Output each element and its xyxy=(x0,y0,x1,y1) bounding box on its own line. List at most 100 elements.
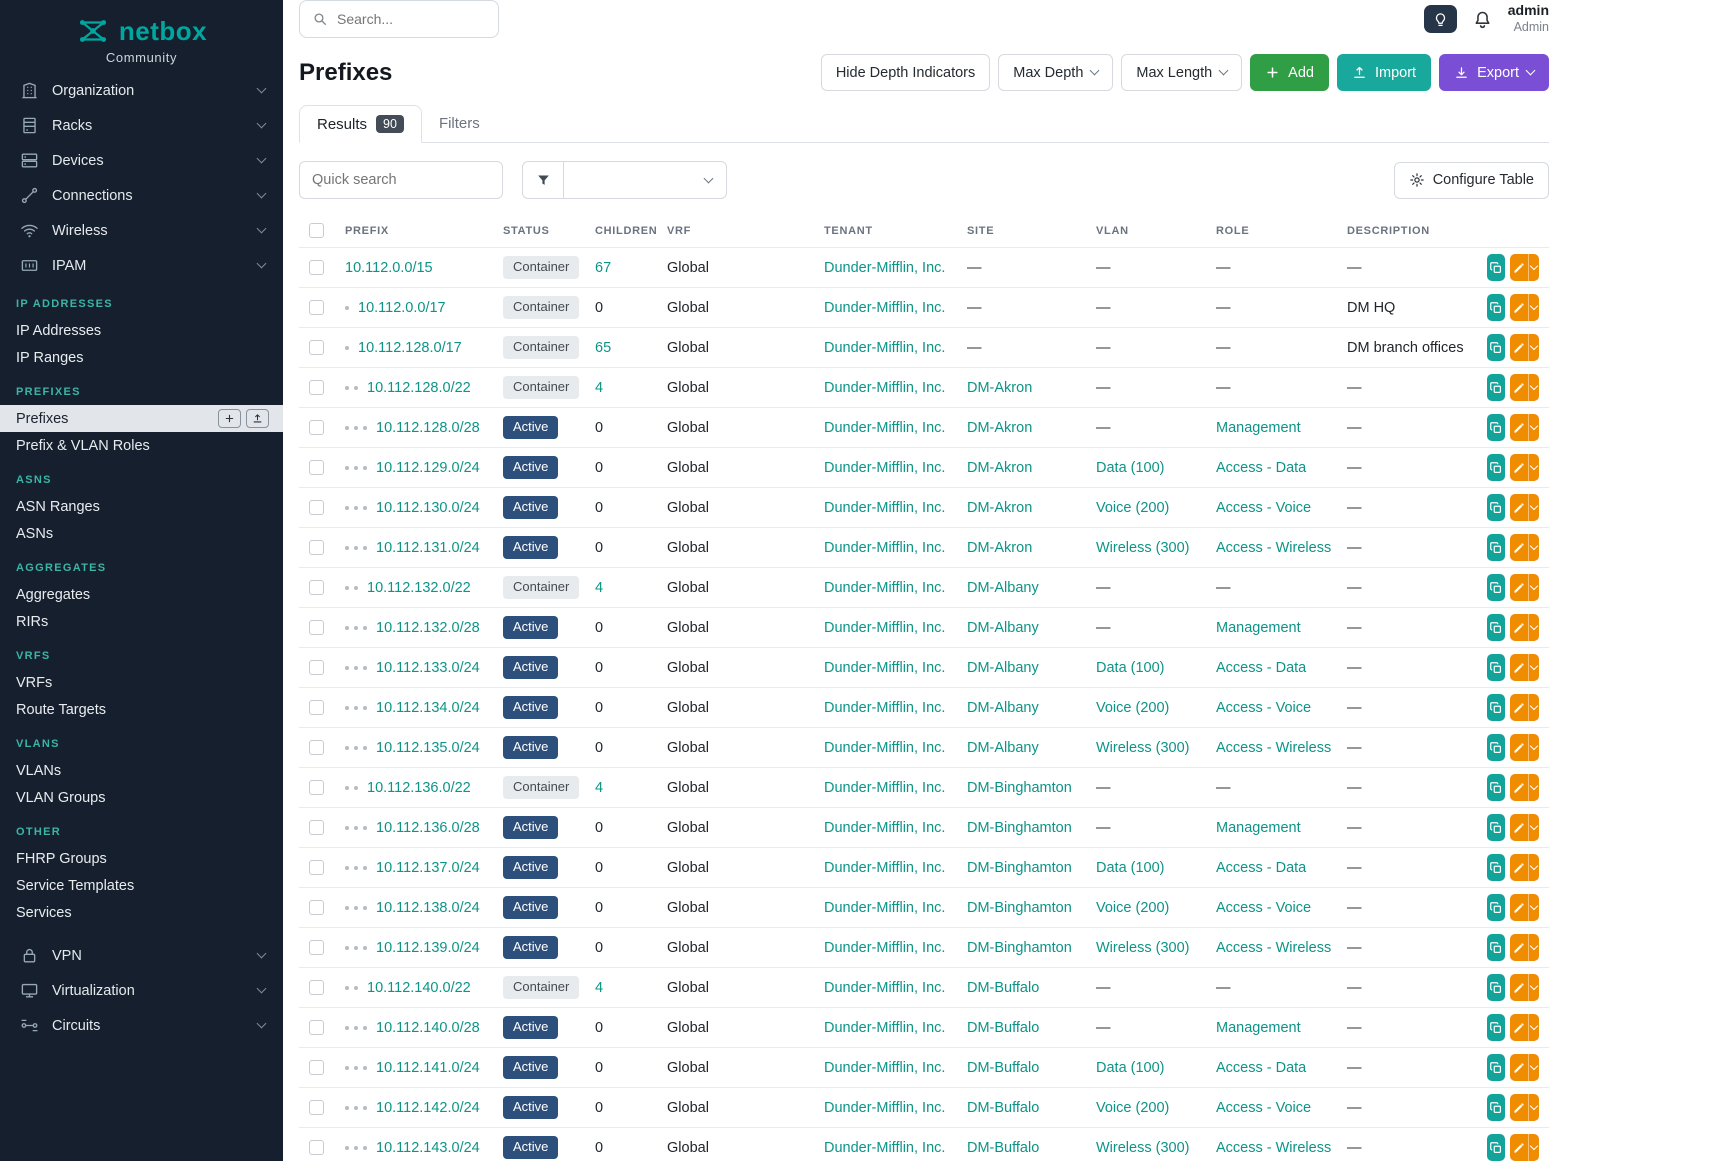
row-checkbox[interactable] xyxy=(309,620,324,635)
sidebar-item-services[interactable]: Services xyxy=(0,899,283,926)
copy-button[interactable] xyxy=(1487,934,1505,961)
tenant-link[interactable]: Dunder-Mifflin, Inc. xyxy=(824,420,945,436)
edit-button[interactable] xyxy=(1510,574,1528,601)
edit-button[interactable] xyxy=(1510,494,1528,521)
column-header-vlan[interactable]: VLAN xyxy=(1086,213,1206,248)
user-menu[interactable]: admin Admin xyxy=(1508,2,1549,35)
edit-button[interactable] xyxy=(1510,614,1528,641)
prefix-link[interactable]: 10.112.142.0/24 xyxy=(376,1100,480,1116)
sidebar-item-ip-ranges[interactable]: IP Ranges xyxy=(0,344,283,371)
prefix-link[interactable]: 10.112.128.0/22 xyxy=(367,380,471,396)
edit-dropdown-toggle[interactable] xyxy=(1528,854,1539,881)
tenant-link[interactable]: Dunder-Mifflin, Inc. xyxy=(824,500,945,516)
prefix-link[interactable]: 10.112.139.0/24 xyxy=(376,940,480,956)
site-link[interactable]: DM-Akron xyxy=(967,500,1032,516)
edit-dropdown-toggle[interactable] xyxy=(1528,1094,1539,1121)
prefix-link[interactable]: 10.112.128.0/28 xyxy=(376,420,480,436)
row-checkbox[interactable] xyxy=(309,1100,324,1115)
edit-button[interactable] xyxy=(1510,254,1528,281)
tenant-link[interactable]: Dunder-Mifflin, Inc. xyxy=(824,340,945,356)
column-header-prefix[interactable]: PREFIX xyxy=(335,213,493,248)
edit-button[interactable] xyxy=(1510,974,1528,1001)
theme-toggle-button[interactable] xyxy=(1424,5,1457,33)
vlan-link[interactable]: Voice (200) xyxy=(1096,700,1169,716)
edit-dropdown-toggle[interactable] xyxy=(1528,574,1539,601)
column-header-children[interactable]: CHILDREN xyxy=(585,213,657,248)
prefix-link[interactable]: 10.112.0.0/17 xyxy=(358,300,446,316)
max-length-dropdown[interactable]: Max Length xyxy=(1121,54,1242,91)
prefix-link[interactable]: 10.112.140.0/28 xyxy=(376,1020,480,1036)
edit-dropdown-toggle[interactable] xyxy=(1528,1054,1539,1081)
edit-dropdown-toggle[interactable] xyxy=(1528,934,1539,961)
site-link[interactable]: DM-Binghamton xyxy=(967,780,1072,796)
prefix-link[interactable]: 10.112.138.0/24 xyxy=(376,900,480,916)
children-count-link[interactable]: 4 xyxy=(595,380,603,396)
children-count-link[interactable]: 65 xyxy=(595,340,611,356)
edit-dropdown-toggle[interactable] xyxy=(1528,694,1539,721)
edit-button[interactable] xyxy=(1510,294,1528,321)
row-checkbox[interactable] xyxy=(309,900,324,915)
prefix-link[interactable]: 10.112.132.0/22 xyxy=(367,580,471,596)
role-link[interactable]: Access - Voice xyxy=(1216,700,1311,716)
prefix-link[interactable]: 10.112.135.0/24 xyxy=(376,740,480,756)
copy-button[interactable] xyxy=(1487,854,1505,881)
edit-button[interactable] xyxy=(1510,854,1528,881)
row-checkbox[interactable] xyxy=(309,580,324,595)
edit-dropdown-toggle[interactable] xyxy=(1528,774,1539,801)
vlan-link[interactable]: Wireless (300) xyxy=(1096,540,1189,556)
edit-button[interactable] xyxy=(1510,694,1528,721)
prefix-link[interactable]: 10.112.137.0/24 xyxy=(376,860,480,876)
sidebar-item-ipam[interactable]: IPAM xyxy=(0,248,283,283)
row-checkbox[interactable] xyxy=(309,340,324,355)
tenant-link[interactable]: Dunder-Mifflin, Inc. xyxy=(824,1140,945,1156)
sidebar-item-wireless[interactable]: Wireless xyxy=(0,213,283,248)
hide-depth-indicators-button[interactable]: Hide Depth Indicators xyxy=(821,54,990,91)
site-link[interactable]: DM-Buffalo xyxy=(967,1140,1039,1156)
edit-button[interactable] xyxy=(1510,654,1528,681)
children-count-link[interactable]: 67 xyxy=(595,260,611,276)
tab-filters[interactable]: Filters xyxy=(422,105,497,142)
copy-button[interactable] xyxy=(1487,334,1505,361)
prefix-link[interactable]: 10.112.143.0/24 xyxy=(376,1140,480,1156)
add-prefix-button[interactable] xyxy=(218,409,241,428)
site-link[interactable]: DM-Akron xyxy=(967,380,1032,396)
role-link[interactable]: Management xyxy=(1216,420,1301,436)
edit-button[interactable] xyxy=(1510,534,1528,561)
tenant-link[interactable]: Dunder-Mifflin, Inc. xyxy=(824,940,945,956)
tenant-link[interactable]: Dunder-Mifflin, Inc. xyxy=(824,1020,945,1036)
site-link[interactable]: DM-Buffalo xyxy=(967,1100,1039,1116)
site-link[interactable]: DM-Albany xyxy=(967,660,1039,676)
sidebar-item-rirs[interactable]: RIRs xyxy=(0,608,283,635)
column-header-vrf[interactable]: VRF xyxy=(657,213,814,248)
tenant-link[interactable]: Dunder-Mifflin, Inc. xyxy=(824,260,945,276)
notifications-bell-icon[interactable] xyxy=(1472,9,1493,30)
edit-dropdown-toggle[interactable] xyxy=(1528,494,1539,521)
prefix-link[interactable]: 10.112.130.0/24 xyxy=(376,500,480,516)
row-checkbox[interactable] xyxy=(309,1020,324,1035)
row-checkbox[interactable] xyxy=(309,460,324,475)
sidebar-item-prefix-vlan-roles[interactable]: Prefix & VLAN Roles xyxy=(0,432,283,459)
row-checkbox[interactable] xyxy=(309,380,324,395)
tenant-link[interactable]: Dunder-Mifflin, Inc. xyxy=(824,300,945,316)
site-link[interactable]: DM-Buffalo xyxy=(967,1060,1039,1076)
tenant-link[interactable]: Dunder-Mifflin, Inc. xyxy=(824,820,945,836)
sidebar-item-aggregates[interactable]: Aggregates xyxy=(0,581,283,608)
sidebar-item-asn-ranges[interactable]: ASN Ranges xyxy=(0,493,283,520)
site-link[interactable]: DM-Akron xyxy=(967,460,1032,476)
edit-button[interactable] xyxy=(1510,894,1528,921)
children-count-link[interactable]: 4 xyxy=(595,980,603,996)
tenant-link[interactable]: Dunder-Mifflin, Inc. xyxy=(824,540,945,556)
row-checkbox[interactable] xyxy=(309,420,324,435)
edit-dropdown-toggle[interactable] xyxy=(1528,974,1539,1001)
prefix-link[interactable]: 10.112.141.0/24 xyxy=(376,1060,480,1076)
tenant-link[interactable]: Dunder-Mifflin, Inc. xyxy=(824,460,945,476)
edit-dropdown-toggle[interactable] xyxy=(1528,374,1539,401)
column-header-role[interactable]: ROLE xyxy=(1206,213,1337,248)
sidebar-item-route-targets[interactable]: Route Targets xyxy=(0,696,283,723)
vlan-link[interactable]: Data (100) xyxy=(1096,860,1165,876)
tenant-link[interactable]: Dunder-Mifflin, Inc. xyxy=(824,1100,945,1116)
row-checkbox[interactable] xyxy=(309,500,324,515)
sidebar-item-organization[interactable]: Organization xyxy=(0,73,283,108)
vlan-link[interactable]: Data (100) xyxy=(1096,660,1165,676)
tenant-link[interactable]: Dunder-Mifflin, Inc. xyxy=(824,660,945,676)
